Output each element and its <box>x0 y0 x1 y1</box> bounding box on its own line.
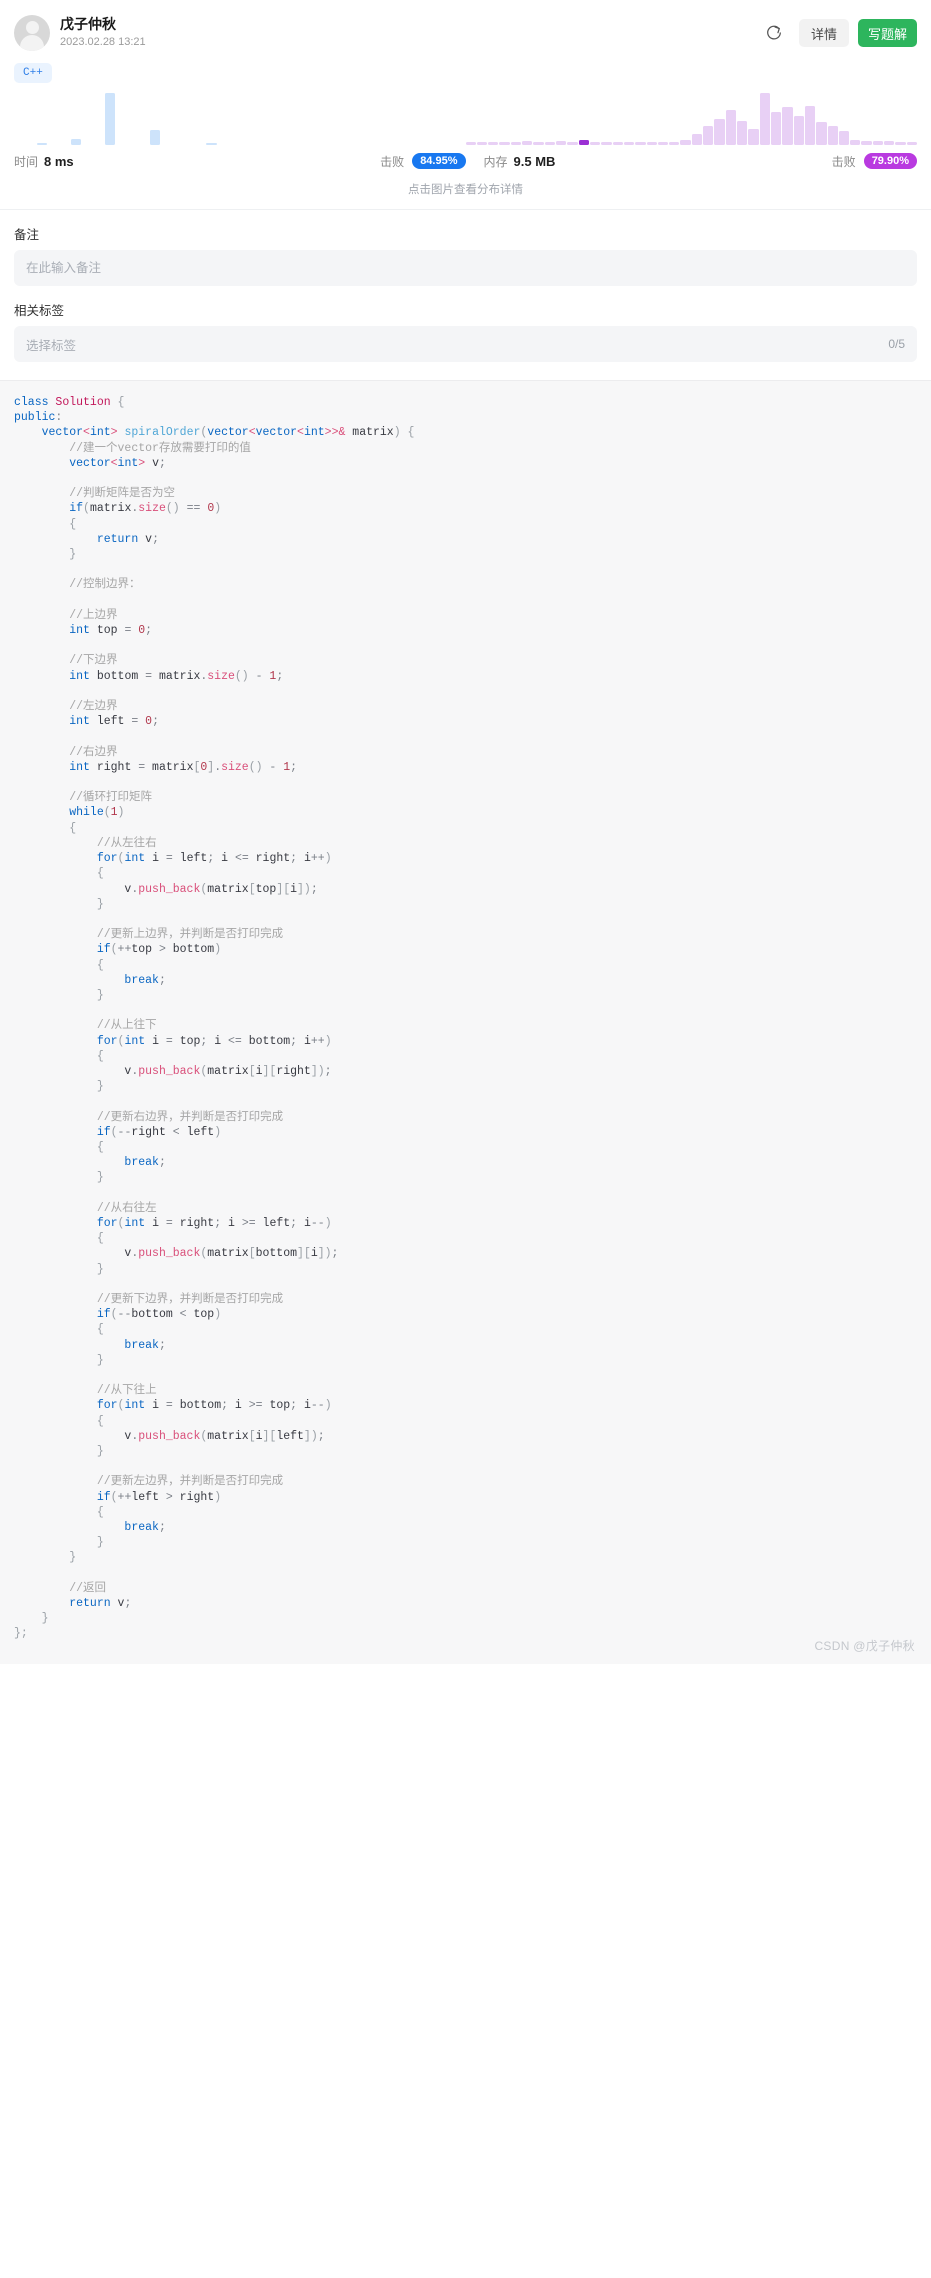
code-block: class Solution { public: vector<int> spi… <box>0 380 931 1664</box>
user-info: 戊子仲秋 2023.02.28 13:21 <box>60 16 146 49</box>
chart-bar <box>703 126 714 145</box>
chart-bar <box>906 142 917 145</box>
chart-bar <box>895 142 906 145</box>
time-label: 时间 <box>14 154 39 169</box>
submission-timestamp: 2023.02.28 13:21 <box>60 35 146 48</box>
note-label: 备注 <box>14 228 40 242</box>
form-section: 备注 相关标签 选择标签 0/5 <box>0 224 931 362</box>
chart-hint-text: 点击图片查看分布详情 <box>408 184 523 196</box>
tags-label: 相关标签 <box>14 304 65 318</box>
tag-placeholder: 选择标签 <box>26 338 77 353</box>
user-name: 戊子仲秋 <box>60 16 116 33</box>
chart-bar <box>748 129 759 145</box>
memory-stats-group: 内存 9.5 MB 击败 79.90% <box>466 153 917 170</box>
distribution-charts <box>0 83 931 145</box>
chart-bar <box>635 142 646 145</box>
chart-bar <box>623 142 635 145</box>
chart-bar <box>589 142 601 145</box>
section-divider <box>0 209 931 210</box>
chart-bar <box>104 93 115 145</box>
chart-bar <box>476 142 488 145</box>
time-beat-label: 击败 <box>380 154 405 169</box>
chart-bar <box>759 93 770 145</box>
chart-bar <box>657 142 669 145</box>
time-value: 8 ms <box>44 153 74 169</box>
chart-bar <box>70 139 81 145</box>
chart-bar <box>770 112 782 145</box>
memory-label: 内存 <box>483 154 508 169</box>
memory-beat-label: 击败 <box>831 154 856 169</box>
chart-bar <box>510 142 522 145</box>
chart-bar <box>737 121 748 145</box>
chart-bar <box>850 140 861 145</box>
chart-bar <box>488 142 499 145</box>
chart-bar <box>816 122 827 145</box>
chart-bar <box>872 141 884 145</box>
chart-bar <box>884 141 895 145</box>
memory-beat-group: 击败 79.90% <box>832 153 917 170</box>
chart-bar <box>827 126 838 145</box>
stats-row: 时间 8 ms 击败 84.95% 内存 9.5 MB 击败 79.90% <box>0 145 931 171</box>
chart-bar <box>782 107 793 145</box>
chart-bar <box>669 142 680 145</box>
chart-bar <box>36 143 47 145</box>
time-chart-bars <box>14 91 466 145</box>
time-stats-group: 时间 8 ms 击败 84.95% <box>14 153 466 170</box>
chart-bar <box>804 106 816 145</box>
chart-bar <box>725 110 736 145</box>
chart-bar <box>601 142 612 145</box>
avatar[interactable] <box>14 15 50 51</box>
memory-chart-bars <box>465 91 917 145</box>
chart-bar <box>499 142 510 145</box>
tag-select[interactable]: 选择标签 0/5 <box>14 326 917 362</box>
submission-detail-page: 戊子仲秋 2023.02.28 13:21 详情 写题解 C++ 时间 8 ms <box>0 0 931 1664</box>
chart-bar <box>206 143 217 145</box>
chart-bar <box>646 142 657 145</box>
time-distribution-chart[interactable] <box>14 91 466 145</box>
memory-value-group: 内存 9.5 MB <box>466 153 556 170</box>
chart-bar <box>578 140 589 145</box>
chart-bar <box>793 116 804 145</box>
chart-bar <box>556 141 567 145</box>
chart-bar <box>714 119 725 145</box>
chart-bar <box>680 140 691 145</box>
code-content[interactable]: class Solution { public: vector<int> spi… <box>0 395 931 1642</box>
chart-bar <box>544 142 555 145</box>
chart-bar <box>522 141 533 145</box>
chart-bar <box>861 141 872 145</box>
chart-bar <box>838 131 850 145</box>
chart-bar <box>567 142 578 145</box>
note-input[interactable] <box>14 250 917 286</box>
chart-bar <box>149 130 161 145</box>
csdn-watermark: CSDN @戊子仲秋 <box>814 1638 915 1653</box>
chart-bar <box>465 142 476 145</box>
share-circle-arrow-icon[interactable] <box>761 20 787 46</box>
memory-beat-badge: 79.90% <box>863 153 917 169</box>
language-tag: C++ <box>14 63 52 83</box>
tag-count: 0/5 <box>888 337 905 351</box>
chart-bar <box>612 142 623 145</box>
page-header: 戊子仲秋 2023.02.28 13:21 详情 写题解 <box>0 0 931 56</box>
chart-bar <box>533 142 544 145</box>
language-row: C++ <box>0 56 931 83</box>
time-beat-badge: 84.95% <box>412 153 466 169</box>
memory-distribution-chart[interactable] <box>465 91 917 145</box>
write-solution-button[interactable]: 写题解 <box>857 19 917 47</box>
detail-button[interactable]: 详情 <box>798 19 849 47</box>
chart-bar <box>691 134 703 145</box>
time-beat-group: 击败 84.95% <box>380 153 466 170</box>
memory-value: 9.5 MB <box>513 153 556 169</box>
